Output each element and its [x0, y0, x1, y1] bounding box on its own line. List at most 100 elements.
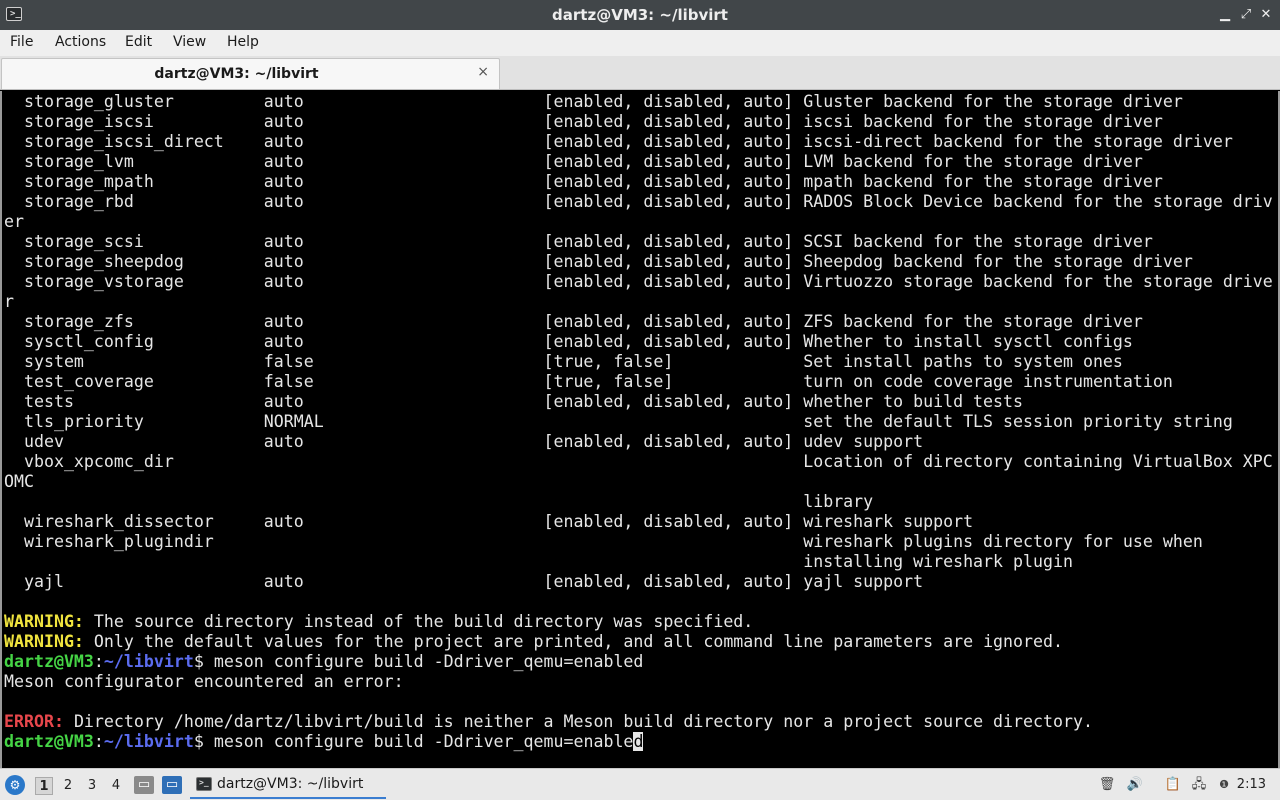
- terminal-line: storage_vstorage auto [enabled, disabled…: [4, 272, 1273, 292]
- workspace-4-button[interactable]: 4: [107, 777, 125, 795]
- terminal-line: dartz@VM3:~/libvirt$ meson configure bui…: [4, 652, 1273, 672]
- menu-view[interactable]: View: [173, 34, 206, 50]
- terminal-line: ERROR: Directory /home/dartz/libvirt/bui…: [4, 712, 1273, 732]
- line-text: storage_sheepdog auto [enabled, disabled…: [4, 252, 1193, 271]
- terminal-tab[interactable]: dartz@VM3: ~/libvirt ×: [1, 58, 500, 89]
- line-text: Only the default values for the project …: [83, 632, 1063, 651]
- minimize-button[interactable]: ▁: [1216, 6, 1234, 24]
- line-text: storage_gluster auto [enabled, disabled,…: [4, 92, 1183, 111]
- line-text: storage_lvm auto [enabled, disabled, aut…: [4, 152, 1143, 171]
- line-text: tls_priority NORMAL set the default TLS …: [4, 412, 1233, 431]
- menu-actions[interactable]: Actions: [55, 34, 106, 50]
- prompt-user: dartz@VM3: [4, 732, 94, 751]
- warning-label: WARNING:: [4, 612, 84, 631]
- start-menu-icon[interactable]: ⚙: [5, 775, 25, 795]
- terminal-line: WARNING: The source directory instead of…: [4, 612, 1273, 632]
- terminal-line: test_coverage false [true, false] turn o…: [4, 372, 1273, 392]
- line-text: The source directory instead of the buil…: [83, 612, 754, 631]
- terminal-line: storage_rbd auto [enabled, disabled, aut…: [4, 192, 1273, 212]
- terminal-line: library: [4, 492, 1273, 512]
- terminal-line: dartz@VM3:~/libvirt$ meson configure bui…: [4, 732, 1273, 752]
- prompt-path: ~/libvirt: [103, 652, 194, 671]
- tab-label: dartz@VM3: ~/libvirt: [154, 66, 319, 82]
- clock: 2:13: [1236, 777, 1266, 792]
- workspace-3-button[interactable]: 3: [83, 777, 101, 795]
- line-text: udev auto [enabled, disabled, auto] udev…: [4, 432, 924, 451]
- line-text: yajl auto [enabled, disabled, auto] yajl…: [4, 572, 924, 591]
- network-icon[interactable]: 🖧: [1190, 776, 1208, 794]
- terminal-line: storage_scsi auto [enabled, disabled, au…: [4, 232, 1273, 252]
- close-window-button[interactable]: ✕: [1257, 6, 1275, 24]
- volume-icon[interactable]: 🔊: [1126, 776, 1144, 794]
- terminal-line: system false [true, false] Set install p…: [4, 352, 1273, 372]
- terminal-line: OMC: [4, 472, 1273, 492]
- line-text: library: [4, 492, 874, 511]
- terminal-line: yajl auto [enabled, disabled, auto] yajl…: [4, 572, 1273, 592]
- trash-icon[interactable]: 🗑: [1098, 776, 1116, 794]
- maximize-button[interactable]: ⤢: [1237, 6, 1255, 24]
- terminal-line: tests auto [enabled, disabled, auto] whe…: [4, 392, 1273, 412]
- notification-icon[interactable]: ❶: [1215, 776, 1233, 794]
- text-cursor: d: [633, 732, 644, 751]
- command-text: meson configure build -Ddriver_qemu=enab…: [203, 652, 644, 671]
- prompt-user: dartz@VM3: [4, 652, 94, 671]
- line-text: installing wireshark plugin: [4, 552, 1073, 571]
- line-text: er: [4, 212, 24, 231]
- terminal-line: tls_priority NORMAL set the default TLS …: [4, 412, 1273, 432]
- terminal-line: wireshark_dissector auto [enabled, disab…: [4, 512, 1273, 532]
- tab-close-icon[interactable]: ×: [477, 64, 489, 80]
- line-text: storage_vstorage auto [enabled, disabled…: [4, 272, 1273, 291]
- line-text: Meson configurator encountered an error:: [4, 672, 404, 691]
- menu-help[interactable]: Help: [227, 34, 259, 50]
- workspace-2-button[interactable]: 2: [59, 777, 77, 795]
- line-text: tests auto [enabled, disabled, auto] whe…: [4, 392, 1024, 411]
- terminal-line: r: [4, 292, 1273, 312]
- taskbar-task-terminal[interactable]: >_ dartz@VM3: ~/libvirt: [190, 771, 386, 799]
- line-text: Directory /home/dartz/libvirt/build is n…: [63, 712, 1093, 731]
- clipboard-icon[interactable]: 📋: [1164, 776, 1182, 794]
- terminal-line: installing wireshark plugin: [4, 552, 1273, 572]
- line-text: system false [true, false] Set install p…: [4, 352, 1123, 371]
- error-label: ERROR:: [4, 712, 64, 731]
- line-text: storage_iscsi_direct auto [enabled, disa…: [4, 132, 1233, 151]
- window-title: dartz@VM3: ~/libvirt: [552, 6, 728, 24]
- menu-bar: File Actions Edit View Help: [0, 30, 1280, 56]
- line-text: r: [4, 292, 14, 311]
- file-manager-icon[interactable]: ▭: [134, 776, 154, 794]
- line-text: storage_zfs auto [enabled, disabled, aut…: [4, 312, 1143, 331]
- terminal-output[interactable]: storage_gluster auto [enabled, disabled,…: [0, 91, 1280, 768]
- line-text: sysctl_config auto [enabled, disabled, a…: [4, 332, 1133, 351]
- prompt-path: ~/libvirt: [103, 732, 194, 751]
- terminal-line: wireshark_plugindir wireshark plugins di…: [4, 532, 1273, 552]
- line-text: OMC: [4, 472, 34, 491]
- line-text: wireshark_plugindir wireshark plugins di…: [4, 532, 1203, 551]
- menu-file[interactable]: File: [10, 34, 33, 50]
- workspace-1-button[interactable]: 1: [35, 777, 53, 795]
- line-text: vbox_xpcomc_dir Location of directory co…: [4, 452, 1273, 471]
- terminal-line: storage_zfs auto [enabled, disabled, aut…: [4, 312, 1273, 332]
- tab-bar: dartz@VM3: ~/libvirt ×: [0, 56, 1280, 90]
- terminal-line: storage_mpath auto [enabled, disabled, a…: [4, 172, 1273, 192]
- line-text: storage_mpath auto [enabled, disabled, a…: [4, 172, 1163, 191]
- terminal-line: sysctl_config auto [enabled, disabled, a…: [4, 332, 1273, 352]
- terminal-line: Meson configurator encountered an error:: [4, 672, 1273, 692]
- prompt-separator: :: [93, 732, 104, 751]
- window-titlebar: >_ dartz@VM3: ~/libvirt ▁ ⤢ ✕: [0, 0, 1280, 30]
- menu-edit[interactable]: Edit: [125, 34, 152, 50]
- line-text: wireshark_dissector auto [enabled, disab…: [4, 512, 974, 531]
- line-text: storage_rbd auto [enabled, disabled, aut…: [4, 192, 1273, 211]
- line-text: test_coverage false [true, false] turn o…: [4, 372, 1173, 391]
- line-text: storage_scsi auto [enabled, disabled, au…: [4, 232, 1153, 251]
- show-desktop-icon[interactable]: ▭: [162, 776, 182, 794]
- terminal-line: storage_iscsi_direct auto [enabled, disa…: [4, 132, 1273, 152]
- terminal-line: vbox_xpcomc_dir Location of directory co…: [4, 452, 1273, 472]
- terminal-line: er: [4, 212, 1273, 232]
- prompt-separator: :: [93, 652, 104, 671]
- line-text: storage_iscsi auto [enabled, disabled, a…: [4, 112, 1163, 131]
- terminal-task-icon: >_: [196, 777, 212, 791]
- warning-label: WARNING:: [4, 632, 84, 651]
- terminal-line: storage_iscsi auto [enabled, disabled, a…: [4, 112, 1273, 132]
- taskbar: ⚙ 1 2 3 4 ▭ ▭ >_ dartz@VM3: ~/libvirt 🗑 …: [0, 768, 1280, 800]
